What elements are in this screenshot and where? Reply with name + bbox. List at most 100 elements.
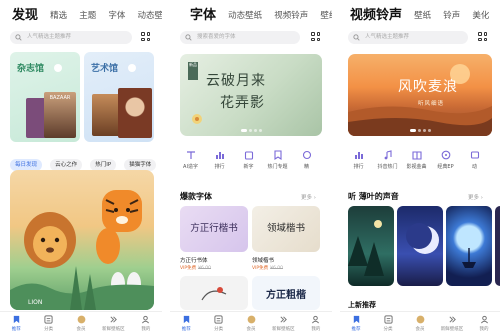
carousel-dots (348, 129, 492, 132)
shortcut-label: 动 (471, 164, 477, 170)
search-placeholder: 人气精选主题推荐 (27, 34, 72, 40)
nav-label: 分类 (383, 327, 393, 332)
tab-wallpaper[interactable]: 壁纸 (320, 6, 332, 26)
grid-menu-icon[interactable] (311, 32, 321, 42)
shortcut-classic-ep[interactable]: 经典EP (431, 150, 460, 174)
nav-label: 推荐 (11, 327, 21, 332)
nav-recommend[interactable]: 推荐 (170, 312, 202, 335)
font-card[interactable]: 方正行楷书 (180, 206, 248, 252)
banner-subtitle: 听风细语 (418, 101, 445, 107)
video-ringtone-screen: 视频铃声 壁纸 铃声 美化 人气精选主题推荐 风吹麦浪 听风细语 排行 抖音热门… (340, 0, 500, 335)
nav-vip[interactable]: 会员 (404, 312, 436, 335)
font-card[interactable]: 领域楷书 (252, 206, 320, 252)
shortcut-new-fonts[interactable]: 新字 (234, 150, 263, 174)
shortcut-more[interactable]: 动 (460, 150, 489, 174)
nav-vip[interactable]: 会员 (65, 312, 97, 335)
original-price: ¥6.00 (270, 266, 284, 271)
tab-themes[interactable]: 主题 (79, 6, 96, 26)
nav-label: 分类 (214, 327, 224, 332)
shortcut-film-songs[interactable]: 影视金曲 (402, 150, 431, 174)
new-icon (244, 151, 253, 160)
tab-discover[interactable]: 发现 (12, 6, 38, 26)
tab-live-wallpaper[interactable]: 动态壁纸 (228, 6, 262, 26)
user-icon (480, 315, 488, 324)
font-price: VIP免费 ¥6.00 (252, 265, 283, 271)
featured-theme-card[interactable]: LION (10, 170, 154, 310)
screens-container: 发现 精选 主题 字体 动态壁纸 人气精选主题推荐 杂志馆 BAZAAR 艺术馆… (0, 0, 500, 335)
ship-scene-image (462, 248, 476, 268)
search-input[interactable]: 搜索喜爱的字体 (180, 31, 300, 44)
ringtone-shortcuts: 排行 抖音热门 影视金曲 经典EP 动 (344, 150, 500, 174)
grid-menu-icon[interactable] (141, 32, 151, 42)
hot-fonts-more-link[interactable]: 更多 › (301, 193, 316, 201)
font-card[interactable]: 方正粗楷 (252, 276, 320, 310)
nav-vip[interactable]: 会员 (235, 312, 267, 335)
font-preview-text: 领域楷书 (266, 223, 305, 234)
nav-new-wallpaper[interactable]: 新鲜壁纸区 (97, 312, 129, 335)
grid-menu-icon[interactable] (478, 32, 488, 42)
double-chevron-icon (448, 316, 456, 323)
shortcut-douyin-hot[interactable]: 抖音热门 (373, 150, 402, 174)
tab-video-ringtone[interactable]: 视频铃声 (350, 6, 402, 26)
section-more-link[interactable]: 更多 › (468, 193, 483, 201)
nav-recommend[interactable]: 推荐 (340, 312, 372, 335)
shortcut-hot-topics[interactable]: 热门专题 (263, 150, 292, 174)
font-banner[interactable]: 新品 云破月来 花弄影 (180, 54, 322, 136)
nav-label: 推荐 (351, 327, 361, 332)
tab-video-ringtone[interactable]: 视频铃声 (274, 6, 308, 26)
font-shortcuts: AI造字 排行 新字 热门专题 精 (176, 150, 332, 174)
video-ringtone-card[interactable] (446, 206, 492, 286)
video-ringtone-card[interactable] (495, 206, 500, 286)
tab-ringtone[interactable]: 铃声 (443, 6, 460, 26)
nav-new-wallpaper[interactable]: 新鲜壁纸区 (436, 312, 468, 335)
section-title: 听 薄叶的声音 (348, 192, 399, 201)
magazine-hall-title: 杂志馆 (17, 64, 45, 74)
nav-label: 分类 (44, 327, 54, 332)
category-icon (44, 315, 53, 324)
arrow-icon (54, 64, 62, 72)
art-hall-title: 艺术馆 (91, 64, 119, 74)
nav-category[interactable]: 分类 (32, 312, 64, 335)
bottom-nav: 推荐 分类 会员 新鲜壁纸区 我的 (0, 311, 162, 335)
shortcut-label: 排行 (214, 164, 225, 170)
nav-mine[interactable]: 我的 (468, 312, 500, 335)
search-input[interactable]: 人气精选主题推荐 (348, 31, 468, 44)
nav-recommend[interactable]: 推荐 (0, 312, 32, 335)
banner-title-line1: 云破月来 (206, 73, 266, 89)
video-ringtone-card[interactable] (348, 206, 394, 286)
star-icon (302, 150, 311, 160)
nav-mine[interactable]: 我的 (300, 312, 332, 335)
search-input[interactable]: 人气精选主题推荐 (10, 31, 132, 44)
bottom-nav: 推荐 分类 会员 新鲜壁纸区 我的 (340, 311, 500, 335)
art-hall-card[interactable]: 艺术馆 (84, 52, 154, 142)
category-chips: 每日发现 云心之作 热门IP 猫猫字体 (10, 151, 162, 171)
tab-featured[interactable]: 精选 (50, 6, 67, 26)
arrow-icon (128, 64, 136, 72)
font-card[interactable] (180, 276, 248, 310)
nav-new-wallpaper[interactable]: 新鲜壁纸区 (267, 312, 299, 335)
ranking-icon (354, 152, 363, 159)
bookmark-icon (353, 315, 359, 324)
magazine-hall-card[interactable]: 杂志馆 BAZAAR (10, 52, 80, 142)
tab-wallpaper[interactable]: 壁纸 (414, 6, 431, 26)
search-icon (15, 34, 22, 41)
nav-category[interactable]: 分类 (202, 312, 234, 335)
shortcut-ranking[interactable]: 排行 (344, 150, 373, 174)
shortcut-ai-font[interactable]: AI造字 (176, 150, 205, 174)
shortcut-ranking[interactable]: 排行 (205, 150, 234, 174)
search-icon (353, 34, 360, 41)
tab-beautify[interactable]: 美化 (472, 6, 489, 26)
big-card-text: LION (28, 299, 42, 306)
hot-fonts-title: 爆款字体 (180, 192, 212, 201)
top-tabs: 字体 动态壁纸 视频铃声 壁纸 (190, 6, 332, 28)
shortcut-more[interactable]: 精 (292, 150, 321, 174)
nav-mine[interactable]: 我的 (130, 312, 162, 335)
video-ringtone-card[interactable] (397, 206, 443, 286)
ringtone-banner[interactable]: 风吹麦浪 听风细语 (348, 54, 492, 136)
nav-category[interactable]: 分类 (372, 312, 404, 335)
tab-fonts[interactable]: 字体 (108, 6, 125, 26)
top-tabs: 发现 精选 主题 字体 动态壁纸 (12, 6, 162, 28)
tab-fonts[interactable]: 字体 (190, 6, 216, 26)
new-arrivals-title: 上新推荐 (348, 301, 376, 309)
tab-live-wallpaper[interactable]: 动态壁纸 (137, 6, 162, 26)
